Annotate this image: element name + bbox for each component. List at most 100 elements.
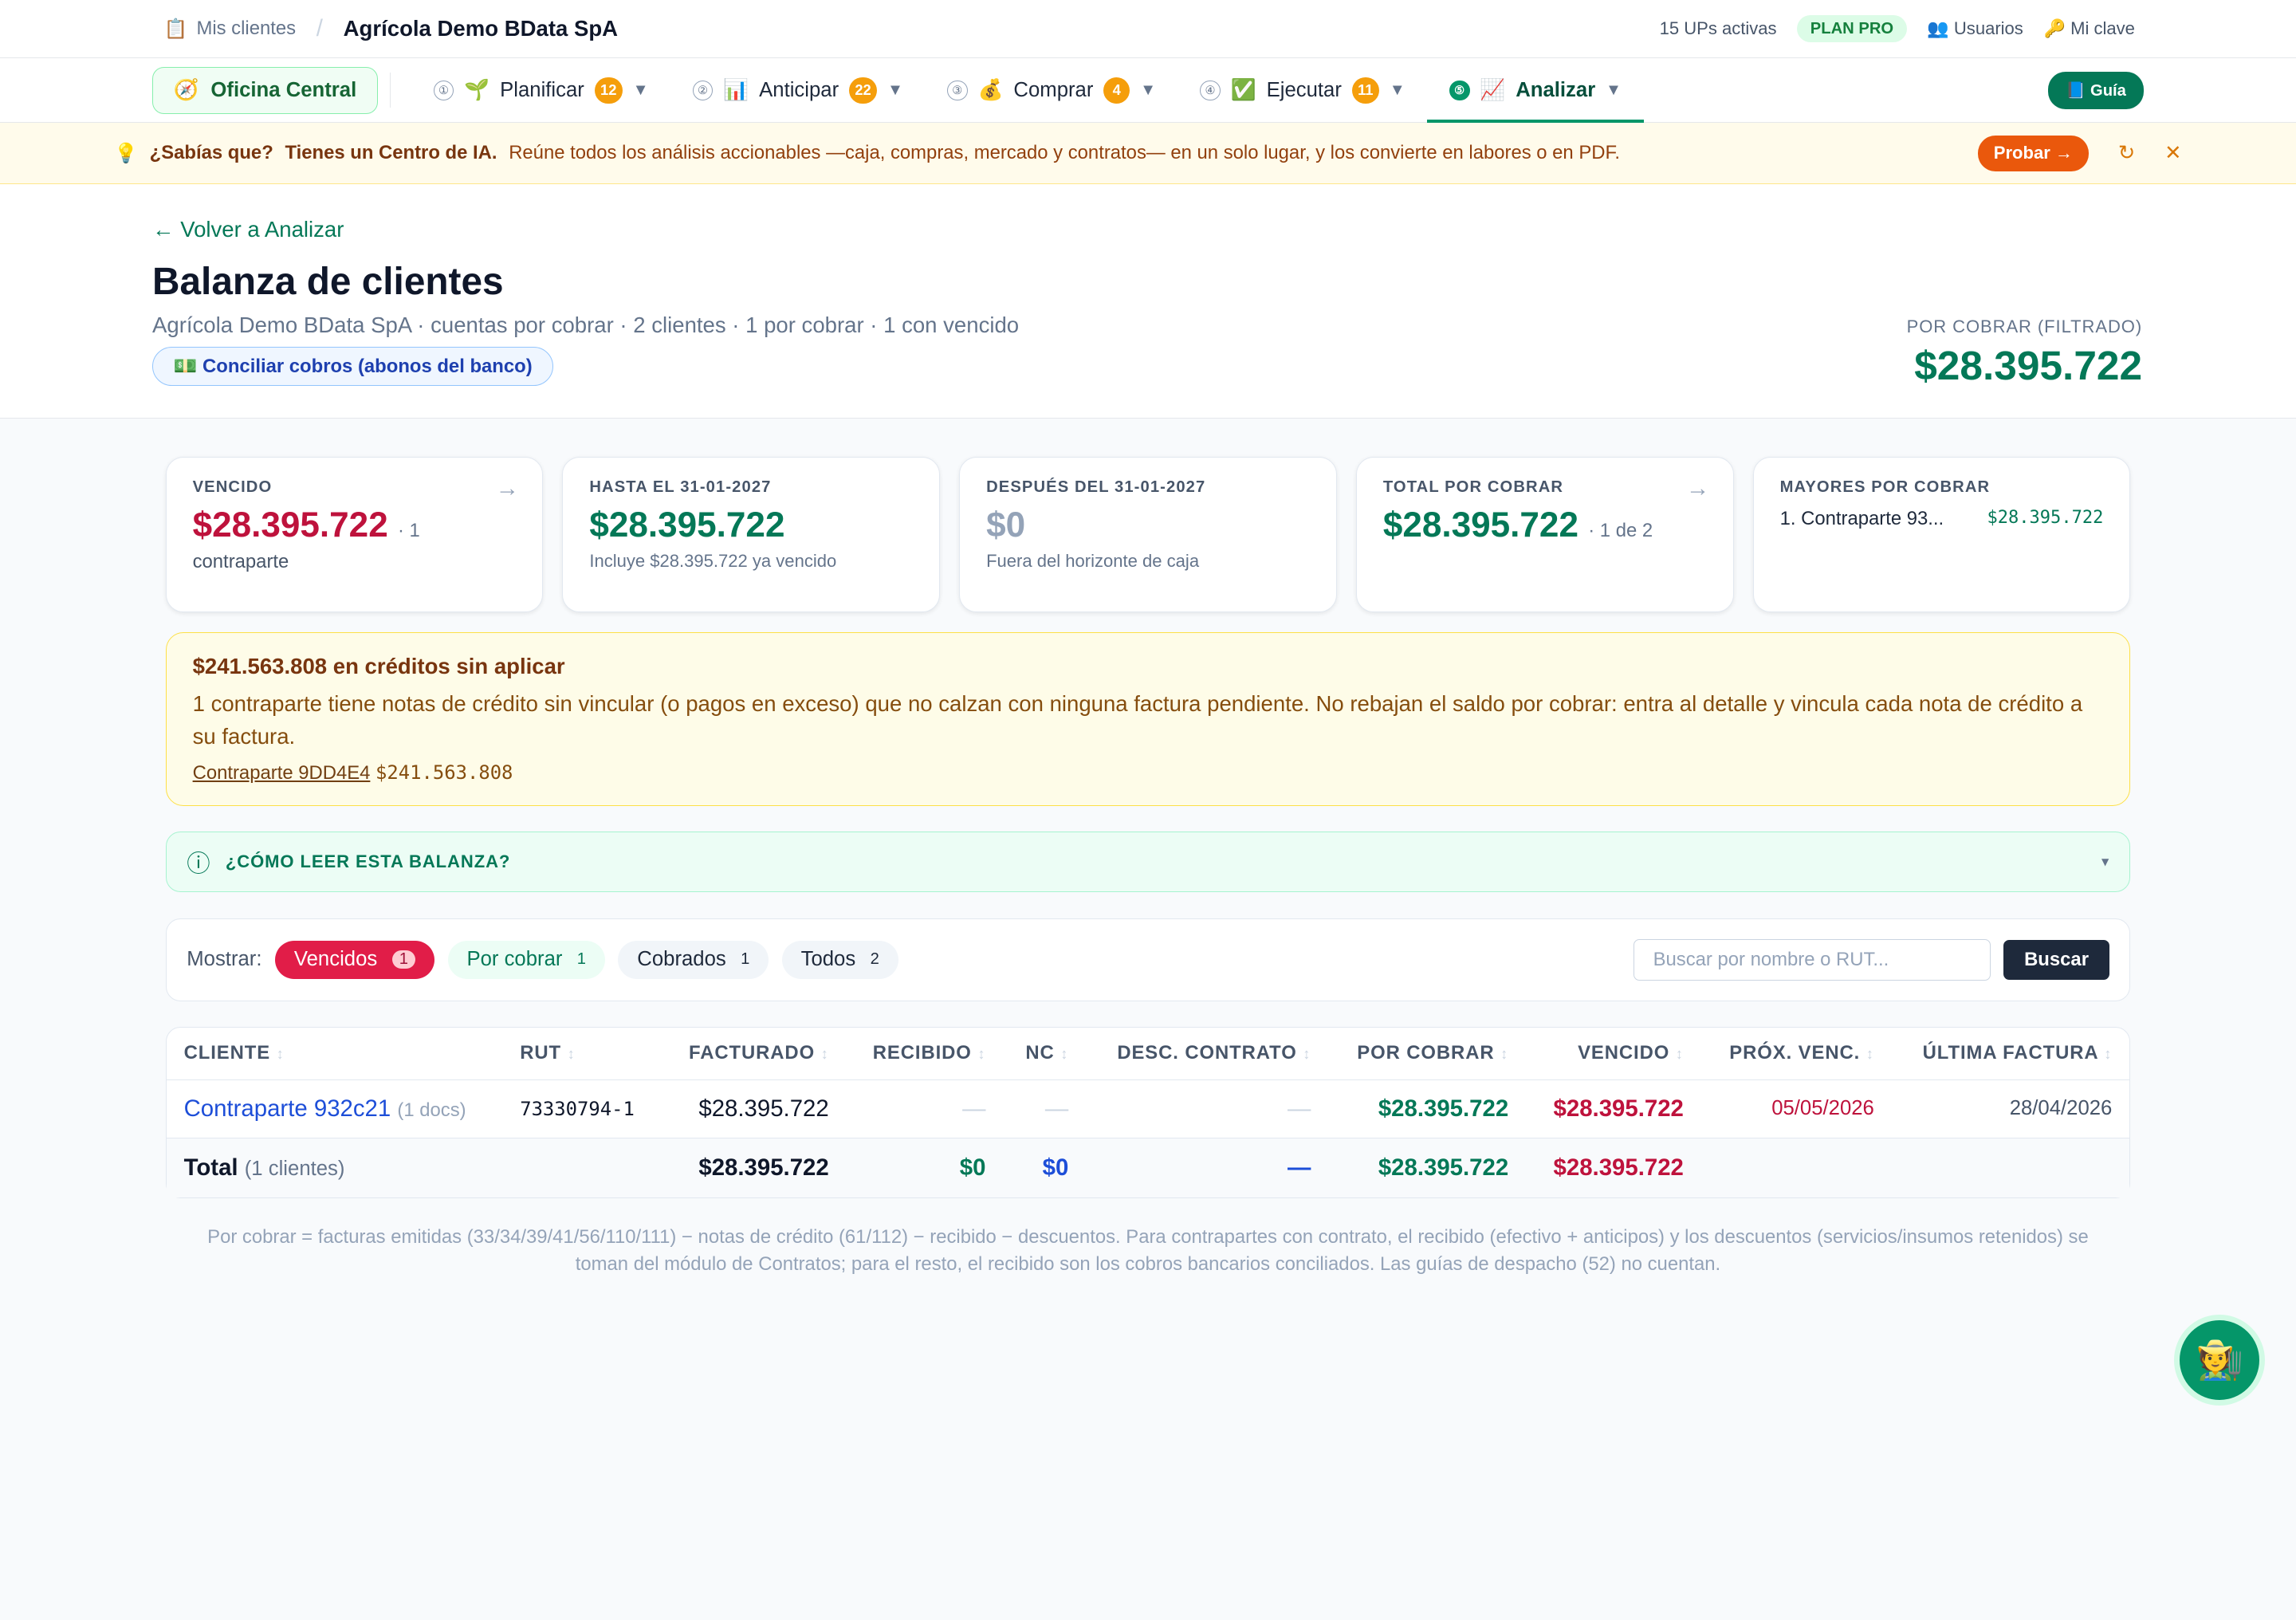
card-sub: Fuera del horizonte de caja bbox=[986, 551, 1200, 572]
chip-label: Por cobrar bbox=[466, 948, 563, 971]
col-desc-contrato[interactable]: DESC. CONTRATO ↕ bbox=[1086, 1028, 1329, 1080]
col-label: FACTURADO bbox=[689, 1042, 816, 1064]
card-label: VENCIDO bbox=[192, 478, 273, 496]
check-icon: ✅ bbox=[1230, 79, 1256, 102]
assistant-button[interactable]: 🧑‍🌾 bbox=[2174, 1315, 2266, 1406]
mayores-name: 1. Contraparte 93... bbox=[1779, 508, 1944, 530]
mayores-amount: $28.395.722 bbox=[1987, 508, 2104, 529]
card-extra: · 1 de 2 bbox=[1588, 519, 1653, 541]
chevron-down-icon: ▾ bbox=[2101, 853, 2109, 869]
col-label: VENCIDO bbox=[1578, 1042, 1670, 1064]
col-ultima-factura[interactable]: ÚLTIMA FACTURA ↕ bbox=[1891, 1028, 2130, 1080]
col-facturado[interactable]: FACTURADO ↕ bbox=[660, 1028, 847, 1080]
filters-bar: Mostrar: Vencidos 1 Por cobrar 1 Cobrados 1… bbox=[165, 918, 2131, 1002]
refresh-icon[interactable]: ↻ bbox=[2118, 141, 2136, 165]
chip-label: Cobrados bbox=[637, 948, 726, 971]
org-name: Agrícola Demo BData SpA bbox=[343, 16, 619, 41]
conciliar-cobros-button[interactable]: 💵 Conciliar cobros (abonos del banco) bbox=[152, 346, 554, 387]
card-despues: DESPUÉS DEL 31-01-2027 $0 Fuera del hori… bbox=[959, 457, 1337, 612]
arrow-right-icon[interactable]: → bbox=[496, 475, 519, 502]
card-amount: $28.395.722 bbox=[1382, 505, 1578, 545]
card-sub: Incluye $28.395.722 ya vencido bbox=[589, 551, 837, 572]
col-label: PRÓX. VENC. bbox=[1729, 1042, 1861, 1064]
chip-label: Vencidos bbox=[293, 948, 378, 971]
chip-label: Todos bbox=[800, 948, 856, 971]
col-por-cobrar[interactable]: POR COBRAR ↕ bbox=[1328, 1028, 1527, 1080]
caret-down-icon[interactable]: ▼ bbox=[1390, 81, 1406, 100]
chip-count: 1 bbox=[576, 950, 587, 969]
filter-vencidos[interactable]: Vencidos 1 bbox=[275, 941, 435, 979]
alert-text: 1 contraparte tiene notas de crédito sin… bbox=[192, 691, 2083, 749]
caret-down-icon[interactable]: ▼ bbox=[1140, 81, 1156, 100]
card-label: TOTAL POR COBRAR bbox=[1382, 478, 1564, 496]
card-label: MAYORES POR COBRAR bbox=[1779, 478, 1991, 496]
my-key-link[interactable]: 🔑 Mi clave bbox=[2044, 18, 2135, 39]
cell-total-por-cobrar: $28.395.722 bbox=[1378, 1154, 1509, 1181]
caret-down-icon[interactable]: ▼ bbox=[633, 81, 649, 100]
tab-anticipar[interactable]: ② 📊 Anticipar 22 ▼ bbox=[670, 58, 925, 123]
cell-total-vencido: $28.395.722 bbox=[1553, 1154, 1684, 1181]
tip-banner: 💡 ¿Sabías que? Tienes un Centro de IA. R… bbox=[0, 123, 2296, 185]
col-recibido[interactable]: RECIBIDO ↕ bbox=[846, 1028, 1004, 1080]
probar-button[interactable]: Probar → bbox=[1977, 136, 2090, 171]
sort-icon: ↕ bbox=[276, 1045, 285, 1063]
col-rut[interactable]: RUT ↕ bbox=[502, 1028, 661, 1080]
total-count: (1 clientes) bbox=[244, 1157, 345, 1180]
tip-text: Reúne todos los análisis accionables —ca… bbox=[509, 142, 1621, 164]
tab-analizar[interactable]: ⑤ 📈 Analizar ▼ bbox=[1427, 58, 1644, 123]
client-link[interactable]: Contraparte 932c21 bbox=[184, 1095, 391, 1122]
cell-nc: — bbox=[1003, 1080, 1087, 1139]
col-label: POR COBRAR bbox=[1357, 1042, 1495, 1064]
caret-down-icon[interactable]: ▼ bbox=[887, 81, 903, 100]
back-link[interactable]: ← Volver a Analizar bbox=[152, 217, 2144, 242]
tab-label: Analizar bbox=[1516, 78, 1596, 101]
tab-ejecutar[interactable]: ④ ✅ Ejecutar 11 ▼ bbox=[1178, 58, 1428, 123]
guia-button[interactable]: 📘 Guía bbox=[2048, 71, 2144, 109]
card-vencido[interactable]: VENCIDO → $28.395.722 · 1 contraparte bbox=[165, 457, 544, 612]
cell-facturado: $28.395.722 bbox=[660, 1080, 847, 1139]
tab-badge: 4 bbox=[1103, 77, 1130, 104]
alert-counterpart: Contraparte 9DD4E4 $241.563.808 bbox=[193, 761, 2104, 784]
chip-count: 2 bbox=[870, 950, 879, 969]
card-amount: $28.395.722 bbox=[192, 505, 388, 545]
search-button[interactable]: Buscar bbox=[2003, 939, 2109, 980]
tab-comprar[interactable]: ③ 💰 Comprar 4 ▼ bbox=[925, 58, 1177, 123]
breadcrumb-mis-clientes[interactable]: Mis clientes bbox=[196, 18, 296, 40]
total-row: Total (1 clientes) $28.395.722 $0 $0 — $… bbox=[166, 1138, 2130, 1197]
arrow-right-icon[interactable]: → bbox=[1686, 475, 1709, 502]
search-input[interactable]: Buscar por nombre o RUT... bbox=[1633, 939, 1991, 981]
col-nc[interactable]: NC ↕ bbox=[1003, 1028, 1087, 1080]
oficina-central-button[interactable]: 🧭 Oficina Central bbox=[152, 66, 378, 114]
mayores-item[interactable]: 1. Contraparte 93... $28.395.722 bbox=[1780, 508, 2104, 530]
cell-recibido: — bbox=[846, 1080, 1004, 1139]
filter-por-cobrar[interactable]: Por cobrar 1 bbox=[447, 941, 605, 979]
card-total[interactable]: TOTAL POR COBRAR → $28.395.722 · 1 de 2 bbox=[1355, 457, 1734, 612]
filters-label: Mostrar: bbox=[187, 948, 262, 971]
col-prox-venc[interactable]: PRÓX. VENC. ↕ bbox=[1700, 1028, 1892, 1080]
line-chart-icon: 📈 bbox=[1480, 79, 1506, 102]
breadcrumb[interactable]: 📋 Mis clientes bbox=[164, 18, 296, 41]
por-cobrar-value: $28.395.722 bbox=[1914, 342, 2143, 389]
tab-badge: 11 bbox=[1351, 77, 1379, 104]
users-link[interactable]: 👥 Usuarios bbox=[1927, 18, 2023, 39]
tip-question: ¿Sabías que? bbox=[149, 142, 273, 164]
tab-planificar[interactable]: ① 🌱 Planificar 12 ▼ bbox=[411, 58, 670, 123]
filter-cobrados[interactable]: Cobrados 1 bbox=[618, 941, 769, 979]
close-icon[interactable]: ✕ bbox=[2164, 141, 2182, 165]
col-label: CLIENTE bbox=[183, 1042, 271, 1064]
plan-badge: PLAN PRO bbox=[1797, 15, 1907, 43]
counterpart-link[interactable]: Contraparte 9DD4E4 bbox=[193, 762, 371, 784]
tip-bold: Tienes un Centro de IA. bbox=[285, 142, 497, 164]
filter-todos[interactable]: Todos 2 bbox=[781, 941, 898, 979]
how-to-read-toggle[interactable]: ⓘ ¿CÓMO LEER ESTA BALANZA? ▾ bbox=[165, 832, 2131, 892]
clipboard-icon: 📋 bbox=[163, 18, 188, 40]
card-hasta: HASTA EL 31-01-2027 $28.395.722 Incluye … bbox=[562, 457, 941, 612]
chip-count: 1 bbox=[741, 950, 750, 969]
col-cliente[interactable]: CLIENTE ↕ bbox=[166, 1028, 503, 1080]
sort-icon: ↕ bbox=[2104, 1045, 2113, 1063]
cell-empty bbox=[1701, 1138, 1892, 1197]
table-row[interactable]: Contraparte 932c21 (1 docs) 73330794-1 $… bbox=[166, 1080, 2130, 1139]
sort-icon: ↕ bbox=[567, 1045, 576, 1063]
caret-down-icon[interactable]: ▼ bbox=[1606, 81, 1622, 100]
col-vencido[interactable]: VENCIDO ↕ bbox=[1526, 1028, 1701, 1080]
